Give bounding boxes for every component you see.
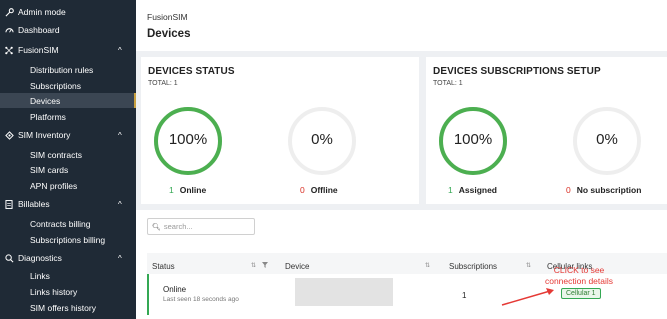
assigned-percent: 100%: [453, 131, 493, 148]
card-total: TOTAL: 1: [433, 80, 463, 87]
offline-label: Offline: [310, 185, 338, 195]
device-name-redacted: [295, 278, 393, 306]
card-total: TOTAL: 1: [148, 80, 178, 87]
sidebar-item-subscriptions[interactable]: Subscriptions: [0, 78, 136, 93]
no-subscription-count: 0: [566, 185, 571, 195]
sidebar-item-fusionsim[interactable]: FusionSIM ^: [0, 42, 136, 58]
online-stat: 1 Online: [169, 185, 206, 195]
sidebar: Admin mode Dashboard FusionSIM ^ Distrib…: [0, 0, 136, 319]
billables-icon: [4, 199, 14, 209]
chevron-up-icon: ^: [118, 45, 122, 55]
sidebar-subitem-label: Subscriptions: [30, 80, 82, 91]
sim-inventory-icon: [4, 130, 14, 140]
dashboard-icon: [4, 25, 14, 35]
sidebar-item-distribution-rules[interactable]: Distribution rules: [0, 62, 136, 77]
sort-icon[interactable]: ⇅: [425, 262, 430, 269]
search-icon: 🔍︎: [152, 223, 161, 231]
subscriptions-cell: 1: [462, 291, 467, 300]
sidebar-item-devices[interactable]: Devices: [0, 93, 136, 108]
sort-icon[interactable]: ⇅: [526, 262, 531, 269]
page-title: Devices: [147, 28, 191, 40]
no-subscription-stat: 0 No subscription: [566, 185, 641, 195]
sidebar-item-sim-contracts[interactable]: SIM contracts: [0, 147, 136, 162]
no-subscription-ring: 0%: [571, 105, 643, 177]
sidebar-subitem-label: SIM contracts: [30, 149, 82, 160]
sidebar-item-billables[interactable]: Billables ^: [0, 196, 136, 212]
sidebar-item-label: Dashboard: [18, 25, 60, 35]
sidebar-subitem-label: Subscriptions billing: [30, 234, 106, 245]
column-device[interactable]: Device: [285, 262, 309, 271]
page-header: FusionSIM Devices: [136, 0, 667, 51]
online-count: 1: [169, 185, 174, 195]
filter-icon[interactable]: [262, 262, 268, 270]
assigned-label: Assigned: [458, 185, 497, 195]
offline-ring: 0%: [286, 105, 358, 177]
sidebar-item-label: SIM Inventory: [18, 130, 71, 140]
last-seen-text: Last seen 18 seconds ago: [163, 296, 239, 303]
sidebar-item-sim-offers-history[interactable]: SIM offers history: [0, 300, 136, 315]
sidebar-subitem-label: SIM offers history: [30, 302, 96, 313]
column-status[interactable]: Status: [152, 262, 175, 271]
chevron-up-icon: ^: [118, 199, 122, 209]
devices-status-card: DEVICES STATUS TOTAL: 1 100% 0% 1 Online …: [141, 57, 419, 204]
sidebar-item-admin-mode[interactable]: Admin mode: [0, 4, 136, 20]
offline-percent: 0%: [311, 131, 333, 148]
network-icon: [4, 45, 14, 55]
sidebar-item-links[interactable]: Links: [0, 268, 136, 283]
breadcrumb[interactable]: FusionSIM: [147, 12, 188, 22]
sidebar-subitem-label: SIM cards: [30, 164, 69, 175]
diagnostics-icon: [4, 253, 14, 263]
annotation-arrow-icon: [501, 288, 554, 306]
status-cell: Online: [163, 285, 187, 294]
sidebar-item-label: Admin mode: [18, 7, 66, 17]
sidebar-item-diagnostics[interactable]: Diagnostics ^: [0, 250, 136, 266]
online-percent: 100%: [168, 131, 208, 148]
sidebar-item-sim-cards[interactable]: SIM cards: [0, 162, 136, 177]
offline-stat: 0 Offline: [300, 185, 338, 195]
sidebar-subitem-label: Links history: [30, 286, 78, 297]
offline-count: 0: [300, 185, 305, 195]
subscriptions-setup-card: DEVICES SUBSCRIPTIONS SETUP TOTAL: 1 100…: [426, 57, 667, 204]
sidebar-subitem-label: Contracts billing: [30, 218, 91, 229]
sidebar-item-contracts-billing[interactable]: Contracts billing: [0, 216, 136, 231]
sidebar-item-platforms[interactable]: Platforms: [0, 109, 136, 124]
sidebar-item-links-history[interactable]: Links history: [0, 284, 136, 299]
sidebar-item-sim-inventory[interactable]: SIM Inventory ^: [0, 127, 136, 143]
chevron-up-icon: ^: [118, 253, 122, 263]
no-subscription-percent: 0%: [596, 131, 618, 148]
sidebar-item-label: FusionSIM: [18, 45, 59, 55]
sidebar-subitem-label: APN profiles: [30, 180, 78, 191]
card-title: DEVICES SUBSCRIPTIONS SETUP: [433, 66, 601, 77]
sidebar-subitem-label: Devices: [30, 95, 61, 106]
sidebar-subitem-label: Distribution rules: [30, 64, 94, 75]
key-icon: [4, 7, 14, 17]
sort-icon[interactable]: ⇅: [251, 262, 256, 269]
online-label: Online: [179, 185, 207, 195]
column-subscriptions[interactable]: Subscriptions: [449, 262, 497, 271]
no-subscription-label: No subscription: [576, 185, 642, 195]
sidebar-subitem-label: Platforms: [30, 111, 66, 122]
sidebar-item-apn-profiles[interactable]: APN profiles: [0, 178, 136, 193]
sidebar-item-dashboard[interactable]: Dashboard: [0, 22, 136, 38]
card-title: DEVICES STATUS: [148, 66, 235, 77]
sidebar-item-label: Billables: [18, 199, 50, 209]
sidebar-item-subscriptions-billing[interactable]: Subscriptions billing: [0, 232, 136, 247]
search-input[interactable]: 🔍︎ search...: [147, 218, 255, 235]
sidebar-item-label: Diagnostics: [18, 253, 62, 263]
cellular-link-badge[interactable]: Cellular 1: [561, 288, 601, 299]
assigned-stat: 1 Assigned: [448, 185, 497, 195]
sidebar-subitem-label: Links: [30, 270, 50, 281]
search-placeholder: search...: [163, 222, 193, 231]
annotation-line-1: CLICK to see: [553, 265, 605, 275]
online-ring: 100%: [152, 105, 224, 177]
assigned-ring: 100%: [437, 105, 509, 177]
assigned-count: 1: [448, 185, 453, 195]
chevron-up-icon: ^: [118, 130, 122, 140]
